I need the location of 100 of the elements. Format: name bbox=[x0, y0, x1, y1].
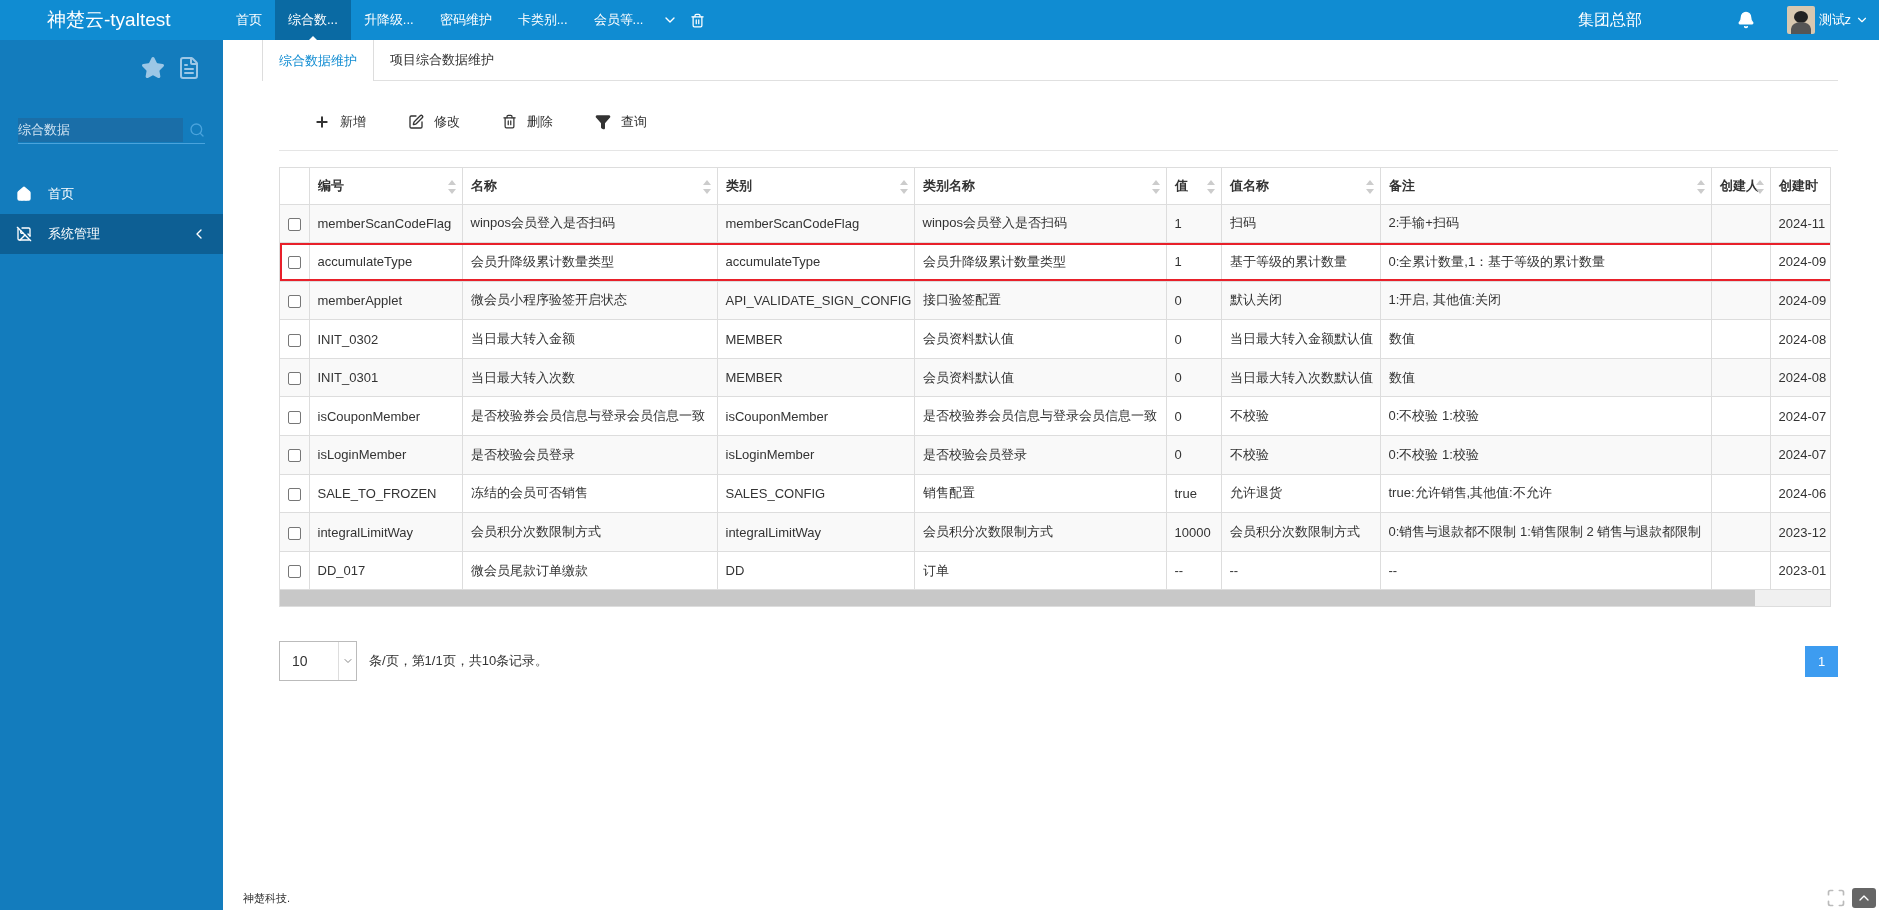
document-icon[interactable] bbox=[177, 56, 201, 80]
nav-tab[interactable]: 首页 bbox=[223, 0, 275, 40]
nav-tab[interactable]: 综合数... bbox=[275, 0, 351, 40]
tab[interactable]: 综合数据维护 bbox=[262, 40, 374, 81]
sort-icon bbox=[702, 180, 711, 194]
highlighted-row[interactable]: accumulateType 会员升降级累计数量类型 accumulateType 会员升降级累计数量类型 1 基于等级的累计数量 0:全累计数量,1：基于等级的累计数量 2024-09 bbox=[280, 242, 1830, 282]
table-cell: 微会员小程序验签开启状态 bbox=[470, 292, 627, 308]
table-cell: 是否校验券会员信息与登录会员信息一致 bbox=[922, 408, 1157, 424]
sort-icon bbox=[447, 180, 456, 194]
row-checkbox[interactable] bbox=[287, 449, 301, 463]
org-name: 集团总部 bbox=[1577, 9, 1642, 30]
footer-text: 神楚科技. bbox=[243, 891, 291, 906]
table-cell: SALE_TO_FROZEN bbox=[317, 485, 437, 501]
column-header[interactable]: 创建时 bbox=[1770, 168, 1830, 204]
row-checkbox[interactable] bbox=[287, 526, 301, 540]
star-icon[interactable] bbox=[141, 56, 165, 80]
row-checkbox[interactable] bbox=[287, 295, 301, 308]
toolbar-button[interactable]: 删除 bbox=[502, 112, 553, 131]
table-cell: -- bbox=[1174, 563, 1184, 579]
table-cell: 冻结的会员可否销售 bbox=[470, 485, 588, 501]
filter-icon bbox=[595, 113, 611, 130]
sort-icon bbox=[1696, 180, 1705, 194]
row-checkbox[interactable] bbox=[287, 488, 301, 501]
table-cell: 当日最大转入金额 bbox=[470, 331, 575, 347]
table-cell: 当日最大转入次数 bbox=[470, 369, 575, 385]
page-size-select[interactable]: 10 bbox=[279, 641, 357, 682]
table-cell: 默认关闭 bbox=[1229, 292, 1282, 308]
column-header[interactable]: 创建人 bbox=[1711, 168, 1770, 204]
table-cell: 当日最大转入金额默认值 bbox=[1229, 331, 1373, 347]
table-cell: 1 bbox=[1174, 254, 1182, 270]
table-cell: 2024-07 bbox=[1778, 447, 1827, 463]
table-cell: 订单 bbox=[922, 562, 949, 578]
table-cell: API_VALIDATE_SIGN_CONFIG bbox=[725, 293, 912, 308]
nav-tab[interactable]: 密码维护 bbox=[426, 0, 505, 40]
trash-icon bbox=[502, 114, 517, 129]
toolbar-button[interactable]: 新增 bbox=[314, 112, 366, 131]
avatar[interactable] bbox=[1786, 6, 1815, 34]
table-cell: INIT_0302 bbox=[317, 331, 379, 347]
row-checkbox[interactable] bbox=[287, 372, 301, 386]
table-cell: DD_017 bbox=[317, 563, 366, 579]
table-cell: SALES_CONFIG bbox=[725, 485, 826, 501]
table-cell: 允许退货 bbox=[1229, 485, 1282, 501]
row-checkbox[interactable] bbox=[287, 333, 301, 347]
nav-tab[interactable]: 升降级... bbox=[350, 0, 427, 40]
table-cell: 会员升降级累计数量类型 bbox=[470, 253, 614, 269]
nav-tab[interactable]: 卡类别... bbox=[504, 0, 581, 40]
table-cell: INIT_0301 bbox=[317, 370, 379, 386]
table-cell: 会员资料默认值 bbox=[922, 369, 1014, 385]
row-checkbox[interactable] bbox=[287, 410, 301, 424]
table-cell: 0 bbox=[1174, 370, 1182, 386]
bell-icon[interactable] bbox=[1736, 11, 1755, 29]
sort-icon bbox=[899, 180, 908, 194]
table-cell: 0:不校验 1:校验 bbox=[1388, 408, 1479, 424]
table-cell: 是否校验会员登录 bbox=[470, 446, 575, 462]
table-cell: MEMBER bbox=[725, 370, 783, 386]
row-checkbox[interactable] bbox=[287, 256, 301, 270]
column-header[interactable]: 类别 bbox=[717, 168, 914, 204]
sidebar-item[interactable]: 系统管理 bbox=[0, 214, 223, 254]
column-header[interactable]: 备注 bbox=[1380, 168, 1711, 204]
scroll-top-button[interactable] bbox=[1852, 888, 1876, 908]
edit-icon bbox=[408, 113, 424, 130]
table-cell: 2024-07 bbox=[1778, 408, 1827, 424]
plus-icon bbox=[314, 113, 330, 130]
table-cell: 2024-08 bbox=[1778, 331, 1827, 347]
table-cell: integralLimitWay bbox=[317, 524, 414, 540]
row-checkbox[interactable] bbox=[287, 217, 301, 231]
table-cell: 2024-09 bbox=[1778, 254, 1827, 270]
table-cell: 1 bbox=[1174, 215, 1182, 231]
table-cell: 0 bbox=[1174, 408, 1182, 424]
table-cell: 不校验 bbox=[1229, 408, 1269, 424]
table-cell: -- bbox=[1388, 563, 1398, 579]
table-cell: 2023-01 bbox=[1778, 563, 1827, 579]
user-name[interactable]: 测试z bbox=[1818, 11, 1851, 29]
table-cell: 会员资料默认值 bbox=[922, 331, 1014, 347]
toolbar-button[interactable]: 修改 bbox=[408, 112, 460, 131]
table-cell: 是否校验会员登录 bbox=[922, 446, 1027, 462]
table-cell: 会员积分次数限制方式 bbox=[922, 524, 1053, 540]
table-cell: 会员升降级累计数量类型 bbox=[922, 253, 1066, 269]
sort-icon bbox=[1206, 180, 1215, 194]
sidebar-item[interactable]: 首页 bbox=[0, 174, 223, 214]
table-cell: winpos会员登入是否扫码 bbox=[470, 215, 615, 231]
sort-icon bbox=[1365, 180, 1374, 194]
table-cell: 是否校验券会员信息与登录会员信息一致 bbox=[470, 408, 705, 424]
toolbar-button[interactable]: 查询 bbox=[595, 112, 647, 131]
column-header[interactable]: 编号 bbox=[309, 168, 462, 204]
row-checkbox[interactable] bbox=[287, 565, 301, 579]
table-cell: DD bbox=[725, 563, 745, 579]
column-header[interactable]: 名称 bbox=[462, 168, 717, 204]
table-cell: integralLimitWay bbox=[725, 524, 822, 540]
column-header[interactable]: 值 bbox=[1166, 168, 1221, 204]
table-cell: 0 bbox=[1174, 447, 1182, 463]
table-cell: isLoginMember bbox=[317, 447, 407, 463]
table-cell: accumulateType bbox=[725, 254, 821, 270]
column-header[interactable]: 值名称 bbox=[1221, 168, 1380, 204]
table-cell: 2023-12 bbox=[1778, 524, 1827, 540]
table-cell: 会员积分次数限制方式 bbox=[470, 524, 601, 540]
table-cell: 10000 bbox=[1174, 524, 1211, 540]
horizontal-scrollbar[interactable] bbox=[280, 590, 1830, 607]
nav-tab[interactable]: 会员等... bbox=[580, 0, 657, 40]
column-header[interactable]: 类别名称 bbox=[914, 168, 1166, 204]
